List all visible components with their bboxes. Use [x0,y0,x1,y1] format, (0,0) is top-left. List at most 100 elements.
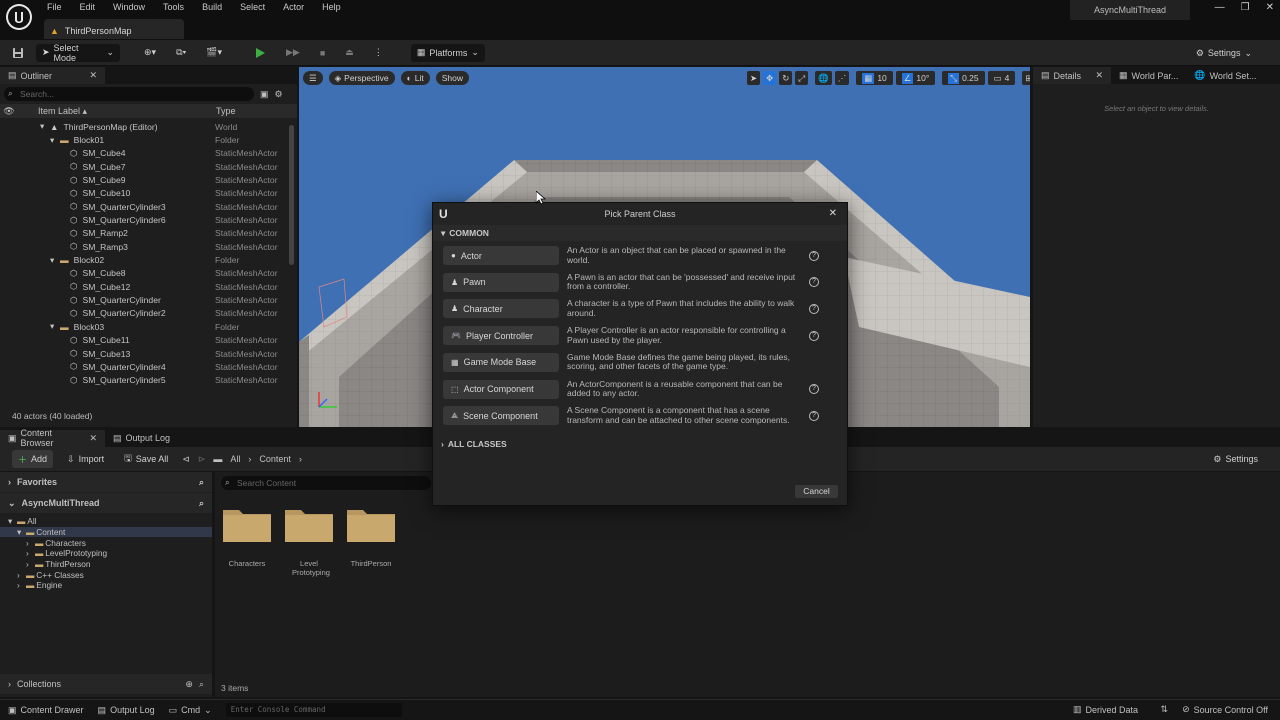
content-drawer-button[interactable]: ▣ Content Drawer [8,705,84,716]
world-space-icon[interactable]: 🌐 [815,71,832,85]
unreal-logo-icon[interactable] [6,4,32,30]
expand-icon[interactable]: ▾ [40,121,50,132]
expand-icon[interactable]: ▾ [50,135,60,146]
blueprint-button[interactable]: ⧉▾ [170,44,192,62]
menu-file[interactable]: File [38,0,71,16]
rotation-snap-button[interactable]: ∠ 10° [895,71,936,85]
outliner-row[interactable]: ▾ ▬ Block03 Folder [0,320,297,333]
content-search-input[interactable]: ⌕ Search Content [221,476,431,490]
expand-icon[interactable]: ▾ [50,388,60,390]
close-icon[interactable]: ✕ [89,433,97,444]
menu-window[interactable]: Window [104,0,154,16]
column-type[interactable]: Type [216,106,236,116]
outliner-row[interactable]: ⬡ SM_QuarterCylinder3 StaticMeshActor [0,200,297,213]
outliner-row[interactable]: ⬡ SM_Ramp2 StaticMeshActor [0,227,297,240]
search-icon[interactable]: ⌕ [199,477,204,488]
forward-icon[interactable]: ⊳ [198,454,206,465]
project-header[interactable]: ⌄ AsyncMultiThread ⌕ [0,493,212,513]
outliner-row[interactable]: ▾ ▲ ThirdPersonMap (Editor) World [0,120,297,133]
scale-tool-icon[interactable]: ⤢ [795,71,809,85]
source-control-button[interactable]: ⊘ Source Control Off [1182,704,1268,715]
more-options-icon[interactable]: ⋮ [368,44,389,62]
eject-icon[interactable]: ⏏ [339,44,360,62]
output-log-button[interactable]: ▤ Output Log [98,705,155,716]
collapse-icon[interactable]: › [17,570,24,580]
class-button-actor[interactable]: ● Actor [443,246,559,266]
folder-tree-item[interactable]: › ▬ Engine [0,580,212,591]
class-button-character[interactable]: ♟ Character [443,299,559,319]
help-icon[interactable]: ? [809,250,819,261]
tab-world-settings[interactable]: 🌐 World Set... [1186,67,1264,84]
stop-icon[interactable]: ■ [314,44,331,62]
class-button-actor-component[interactable]: ⬚ Actor Component [443,379,559,399]
content-settings-button[interactable]: ⚙ Settings [1207,450,1264,468]
select-tool-icon[interactable]: ➤ [747,71,761,85]
help-icon[interactable]: ? [809,277,819,288]
outliner-row[interactable]: ⬡ SM_QuarterCylinder5 StaticMeshActor [0,374,297,387]
outliner-row[interactable]: ⬡ SM_Cube8 StaticMeshActor [0,267,297,280]
search-icon[interactable]: ⌕ [199,498,204,509]
expand-icon[interactable]: ▾ [50,255,60,266]
expand-icon[interactable]: ▾ [17,527,24,537]
folder-tile-characters[interactable]: Characters [223,506,271,568]
collections-header[interactable]: › Collections ⊕ ⌕ [0,674,212,694]
help-icon[interactable]: ? [809,303,819,314]
surface-snap-icon[interactable]: ⋰ [834,71,850,85]
class-button-scene-component[interactable]: ⟁ Scene Component [443,406,559,426]
path-content[interactable]: Content [259,454,291,464]
all-classes-header[interactable]: › ALL CLASSES [441,439,507,449]
outliner-row[interactable]: ⬡ SM_Cube12 StaticMeshActor [0,280,297,293]
add-button[interactable]: ＋ Add [12,450,54,468]
play-button[interactable] [248,44,272,62]
path-all[interactable]: All [230,454,240,464]
class-button-pawn[interactable]: ♟ Pawn [443,272,559,292]
maximize-icon[interactable]: ❐ [1241,2,1250,13]
level-tab[interactable]: ▲ ThirdPersonMap [44,19,184,39]
help-icon[interactable]: ? [809,330,819,341]
lit-button[interactable]: ◐ Lit [400,71,430,85]
folder-tree-item[interactable]: ▾ ▬ Content [0,526,212,538]
play-options-icon[interactable]: ▶▶ [280,44,306,62]
cancel-button[interactable]: Cancel [795,485,838,498]
gear-icon[interactable]: ⚙ [275,89,283,100]
save-icon[interactable] [8,44,28,62]
save-all-button[interactable]: 🖫 Save All [118,450,174,468]
folder-tree-item[interactable]: › ▬ C++ Classes [0,569,212,580]
menu-build[interactable]: Build [193,0,231,16]
cinematics-button[interactable]: 🎬▾ [200,44,228,62]
import-button[interactable]: ⇩ Import [61,450,110,468]
close-icon[interactable]: ✕ [89,70,97,81]
outliner-row[interactable]: ⬡ SM_QuarterCylinder4 StaticMeshActor [0,360,297,373]
collapse-icon[interactable]: › [17,580,24,590]
menu-tools[interactable]: Tools [154,0,193,16]
outliner-row[interactable]: ⬡ SM_QuarterCylinder2 StaticMeshActor [0,307,297,320]
menu-edit[interactable]: Edit [71,0,105,16]
column-item-label[interactable]: Item Label ▴ [18,106,216,117]
minimize-icon[interactable]: — [1215,2,1225,13]
common-section-header[interactable]: ▾ COMMON [433,225,847,241]
expand-icon[interactable]: ▾ [8,516,15,526]
viewport-layout-icon[interactable]: ⊞ [1022,71,1030,85]
outliner-row[interactable]: ⬡ SM_Cube4 StaticMeshActor [0,147,297,160]
back-icon[interactable]: ⊲ [182,454,190,465]
show-button[interactable]: Show [435,71,469,85]
outliner-row[interactable]: ▾ ▬ Block02 Folder [0,253,297,266]
tab-content-browser[interactable]: ▣ Content Browser ✕ [0,428,105,448]
derived-data-button[interactable]: ▥ Derived Data [1073,704,1138,715]
help-icon[interactable]: ? [809,410,819,421]
visibility-icon[interactable]: 👁 [0,106,18,117]
search-icon[interactable]: ⌕ [199,679,204,690]
folder-tree-item[interactable]: › ▬ ThirdPerson [0,559,212,570]
folder-tile-level-prototyping[interactable]: Level Prototyping [285,506,333,577]
folder-tree-item[interactable]: ▾ ▬ All [0,516,212,527]
collapse-icon[interactable]: › [26,559,33,569]
outliner-row[interactable]: ⬡ SM_Cube10 StaticMeshActor [0,187,297,200]
outliner-row[interactable]: ⬡ SM_Ramp3 StaticMeshActor [0,240,297,253]
add-folder-icon[interactable]: ▣ [260,89,269,100]
outliner-row[interactable]: ⬡ SM_Cube9 StaticMeshActor [0,173,297,186]
folder-tile-thirdperson[interactable]: ThirdPerson [347,506,395,568]
close-window-icon[interactable]: ✕ [1266,2,1274,13]
tab-details[interactable]: ▤ Details ✕ [1033,67,1111,84]
add-actor-button[interactable]: ⊕▾ [138,44,162,62]
close-icon[interactable]: ✕ [829,208,837,219]
